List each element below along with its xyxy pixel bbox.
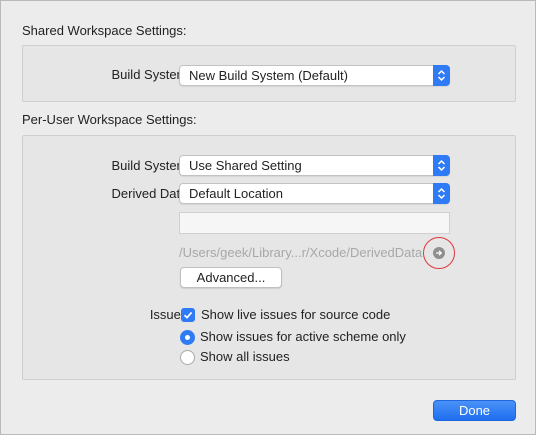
chevron-up-down-icon xyxy=(433,65,450,86)
per-user-settings-title: Per-User Workspace Settings: xyxy=(22,112,197,127)
derived-data-value: Default Location xyxy=(189,186,283,201)
per-user-settings-group: Build System: Use Shared Setting Derived… xyxy=(22,135,516,380)
per-user-build-system-popup[interactable]: Use Shared Setting xyxy=(179,155,450,176)
shared-build-system-label: Build System: xyxy=(111,67,191,82)
advanced-button[interactable]: Advanced... xyxy=(180,267,282,288)
show-live-issues-checkbox[interactable]: Show live issues for source code xyxy=(181,307,441,324)
radio-selected-indicator xyxy=(180,330,195,345)
derived-data-popup[interactable]: Default Location xyxy=(179,183,450,204)
radio-all-issues-label: Show all issues xyxy=(200,349,290,364)
radio-all-issues[interactable]: Show all issues xyxy=(180,349,440,366)
done-button[interactable]: Done xyxy=(433,400,516,421)
workspace-settings-sheet: Shared Workspace Settings: Build System:… xyxy=(0,0,536,435)
chevron-up-down-icon xyxy=(433,155,450,176)
derived-data-label: Derived Data: xyxy=(111,186,191,201)
checkmark-icon xyxy=(181,308,195,322)
show-live-issues-label: Show live issues for source code xyxy=(201,307,391,322)
issues-label: Issues: xyxy=(149,307,191,322)
chevron-up-down-icon xyxy=(433,183,450,204)
shared-settings-group: Build System: New Build System (Default) xyxy=(22,45,516,102)
derived-data-path: /Users/geek/Library...r/Xcode/DerivedDat… xyxy=(179,245,423,260)
radio-active-scheme-label: Show issues for active scheme only xyxy=(200,329,406,344)
highlight-ring xyxy=(423,237,455,269)
shared-settings-title: Shared Workspace Settings: xyxy=(22,23,187,38)
per-user-build-system-value: Use Shared Setting xyxy=(189,158,302,173)
shared-build-system-popup[interactable]: New Build System (Default) xyxy=(179,65,450,86)
per-user-build-system-label: Build System: xyxy=(111,158,191,173)
radio-unselected-indicator xyxy=(180,350,195,365)
radio-active-scheme-only[interactable]: Show issues for active scheme only xyxy=(180,329,440,346)
custom-derived-path-field[interactable] xyxy=(179,212,450,234)
shared-build-system-value: New Build System (Default) xyxy=(189,68,348,83)
